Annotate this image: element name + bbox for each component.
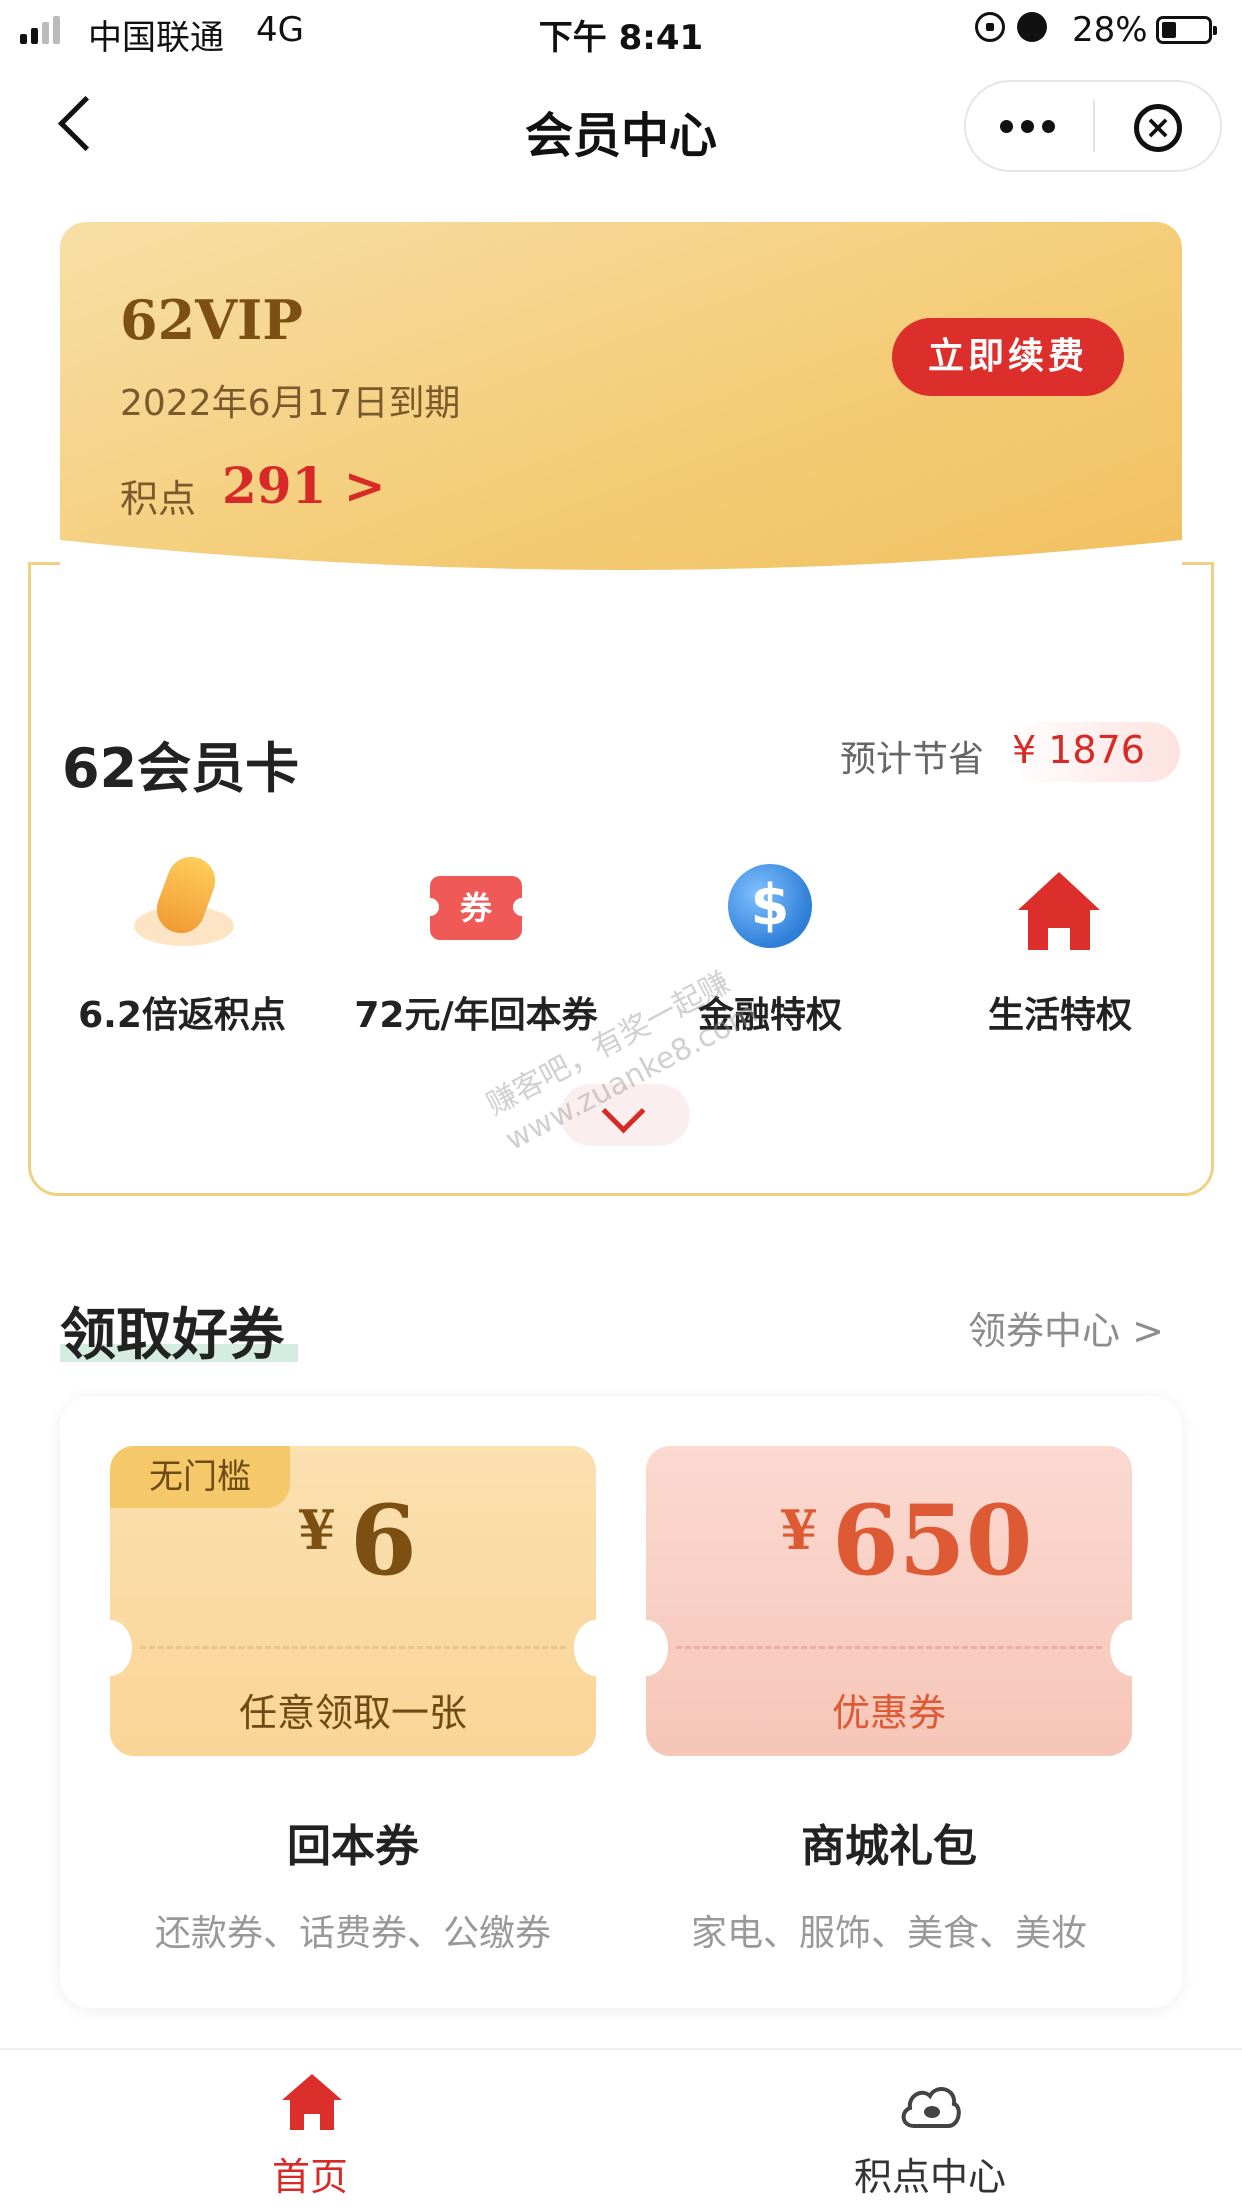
coupon-center-link[interactable]: 领券中心 > bbox=[968, 1300, 1164, 1355]
status-icons bbox=[975, 12, 1047, 42]
house-icon bbox=[1018, 872, 1100, 950]
more-options-icon[interactable] bbox=[1000, 120, 1055, 133]
rotation-lock-icon bbox=[975, 12, 1005, 42]
ticket-notch bbox=[88, 1620, 132, 1676]
coupon-currency: ¥ bbox=[298, 1498, 336, 1562]
coupon-currency: ¥ bbox=[780, 1498, 818, 1562]
home-icon bbox=[282, 2074, 342, 2130]
perk-label: 生活特权 bbox=[987, 995, 1132, 1036]
capsule-divider bbox=[1093, 100, 1095, 152]
coupon-amount: 6 bbox=[350, 1484, 417, 1597]
status-time: 下午 8:41 bbox=[538, 18, 704, 58]
perk-label: 6.2倍返积点 bbox=[78, 995, 286, 1036]
member-card-title: 62会员卡 bbox=[62, 737, 300, 800]
tab-home-label: 首页 bbox=[271, 2155, 348, 2199]
perk-label: 72元/年回本券 bbox=[354, 995, 598, 1036]
ticket-notch bbox=[574, 1620, 618, 1676]
finance-globe-icon: $ bbox=[728, 864, 812, 948]
section-title: 领取好券 bbox=[60, 1303, 284, 1368]
alarm-icon bbox=[1017, 12, 1047, 42]
renew-button[interactable]: 立即续费 bbox=[892, 318, 1124, 396]
coupon-amount: 650 bbox=[832, 1484, 1033, 1597]
points-value-link[interactable]: 291 > bbox=[222, 456, 386, 515]
tab-bar-divider bbox=[0, 2048, 1242, 2050]
coupon-desc: 家电、服饰、美食、美妆 bbox=[690, 1913, 1087, 1954]
status-bar: 中国联通 4G 下午 8:41 28% bbox=[0, 0, 1242, 64]
coupon-icon: 券 bbox=[421, 876, 531, 940]
coupon-subtitle: 任意领取一张 bbox=[238, 1691, 467, 1735]
ticket-notch bbox=[1110, 1620, 1154, 1676]
savings-label: 预计节省 bbox=[840, 739, 985, 780]
vip-level: 62VIP bbox=[120, 288, 303, 352]
ticket-divider bbox=[676, 1646, 1102, 1649]
ticket-notch bbox=[624, 1620, 668, 1676]
tab-points-label: 积点中心 bbox=[853, 2155, 1006, 2199]
coupon-name: 商城礼包 bbox=[801, 1821, 977, 1872]
coupon-subtitle: 优惠券 bbox=[831, 1691, 946, 1735]
savings-value: ¥ 1876 bbox=[1012, 728, 1145, 772]
battery-percent: 28% bbox=[1072, 10, 1148, 50]
ticket-divider bbox=[140, 1646, 566, 1649]
battery-icon bbox=[1156, 16, 1217, 44]
coupon-desc: 还款券、话费券、公缴券 bbox=[154, 1913, 551, 1954]
vip-card-wave bbox=[60, 540, 1182, 600]
vip-expiry: 2022年6月17日到期 bbox=[120, 383, 461, 424]
points-label: 积点 bbox=[120, 477, 197, 521]
points-cloud-icon bbox=[901, 2087, 961, 2128]
coupon-name: 回本券 bbox=[287, 1821, 419, 1872]
no-threshold-badge: 无门槛 bbox=[110, 1446, 290, 1508]
close-mini-program-icon[interactable]: × bbox=[1134, 104, 1182, 152]
